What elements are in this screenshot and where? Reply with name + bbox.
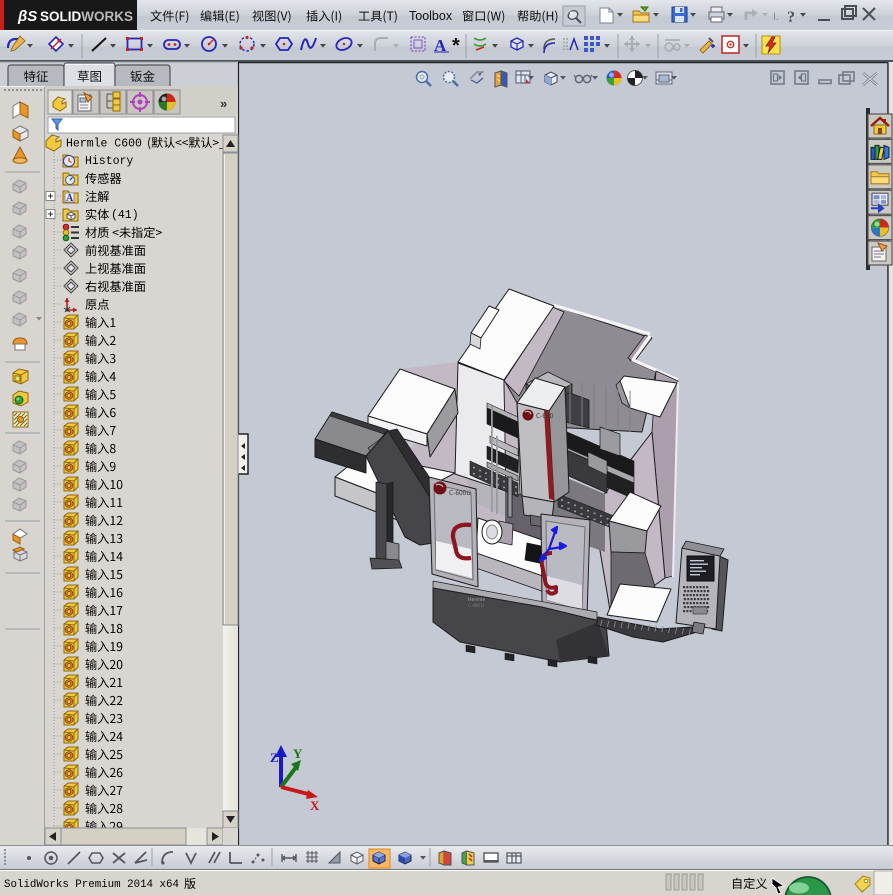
svg-text:(41): (41) [111,209,139,222]
svg-text:βS: βS [17,8,37,25]
svg-text:SolidWorks Premium 2014 x64: SolidWorks Premium 2014 x64 [4,879,179,891]
svg-text:?: ? [787,9,795,26]
svg-text:X: X [310,798,320,813]
svg-text:Z: Z [270,750,279,765]
svg-text:Toolbox: Toolbox [409,9,453,23]
svg-text:*: * [452,35,460,57]
svg-text:A: A [66,193,74,204]
svg-text:Y: Y [293,746,303,761]
svg-text:SOLIDWORKS: SOLIDWORKS [40,9,133,24]
svg-text:Hermle C600: Hermle C600 [66,138,142,151]
svg-text:I.: I. [773,11,779,23]
svg-text:History: History [85,155,133,168]
svg-text:»: » [220,96,227,111]
